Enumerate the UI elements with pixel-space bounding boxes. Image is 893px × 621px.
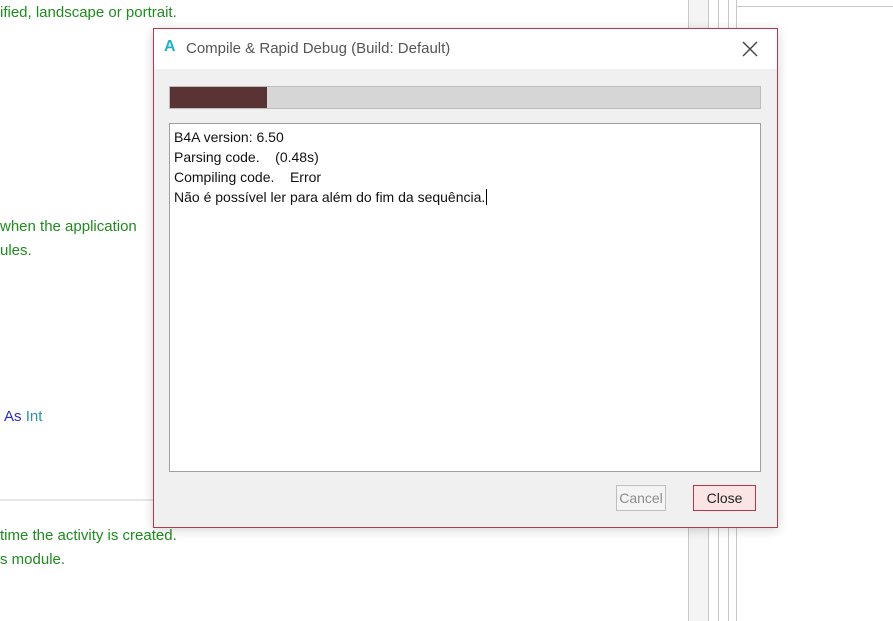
dialog-titlebar[interactable]: A Compile & Rapid Debug (Build: Default) [154, 29, 777, 69]
side-panel-border [736, 6, 893, 7]
log-line: Compiling code. Error [174, 169, 322, 185]
text-caret [486, 189, 488, 205]
code-comment-line: ules. [0, 242, 32, 259]
cancel-button[interactable]: Cancel [616, 485, 666, 511]
b4a-app-icon: A [164, 38, 176, 55]
code-comment-line: time the activity is created. [0, 527, 177, 544]
log-line-error: Não é possível ler para além do fim da s… [174, 187, 756, 207]
close-icon[interactable] [738, 37, 762, 61]
compile-dialog: A Compile & Rapid Debug (Build: Default)… [153, 28, 778, 528]
log-line: B4A version: 6.50 [174, 129, 284, 145]
compile-log[interactable]: B4A version: 6.50 Parsing code. (0.48s) … [169, 123, 761, 472]
type-int: Int [25, 408, 43, 425]
keyword-as: As [4, 408, 22, 425]
code-comment-line: when the application [0, 218, 137, 235]
dialog-title: Compile & Rapid Debug (Build: Default) [186, 40, 451, 57]
code-comment-line: ified, landscape or portrait. [0, 4, 177, 21]
code-comment-line: s module. [0, 551, 66, 568]
compile-progress-bar [169, 86, 761, 109]
error-message: Não é possível ler para além do fim da s… [174, 189, 486, 205]
close-button[interactable]: Close [693, 485, 756, 511]
code-line: As Int [4, 408, 42, 425]
log-line: Parsing code. (0.48s) [174, 149, 319, 165]
progress-fill [170, 87, 268, 108]
